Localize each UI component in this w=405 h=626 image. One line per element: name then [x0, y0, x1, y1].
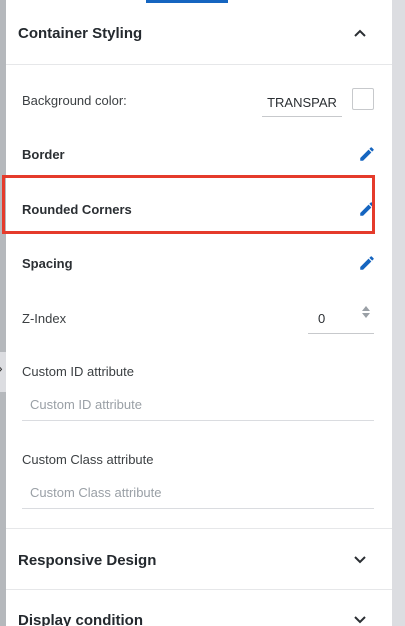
background-color-row: Background color: — [22, 82, 242, 118]
background-color-value[interactable]: TRANSPAR — [262, 88, 342, 117]
settings-panel: Container Styling Background color: TRAN… — [6, 0, 392, 626]
border-row: Border — [22, 136, 376, 172]
chevron-down-icon[interactable] — [352, 612, 368, 626]
zindex-stepper[interactable]: 0 — [308, 304, 374, 334]
border-label: Border — [22, 146, 65, 162]
zindex-value[interactable]: 0 — [318, 311, 325, 326]
background-color-label: Background color: — [22, 92, 127, 108]
custom-class-label: Custom Class attribute — [22, 452, 154, 467]
container-styling-header[interactable]: Container Styling — [6, 3, 392, 63]
rounded-corners-row: Rounded Corners — [22, 191, 376, 227]
zindex-label: Z-Index — [22, 310, 67, 326]
custom-id-input[interactable] — [22, 389, 374, 421]
display-condition-title: Display condition — [18, 611, 144, 626]
stepper-arrows[interactable] — [362, 306, 370, 318]
custom-id-label: Custom ID attribute — [22, 364, 134, 379]
responsive-design-header[interactable]: Responsive Design — [6, 530, 392, 590]
zindex-row: Z-Index — [22, 300, 242, 336]
chevron-down-icon[interactable] — [352, 552, 368, 568]
chevron-up-icon[interactable] — [352, 25, 368, 41]
responsive-design-title: Responsive Design — [18, 551, 157, 569]
container-styling-title: Container Styling — [18, 24, 143, 42]
divider — [6, 528, 392, 529]
custom-class-input[interactable] — [22, 477, 374, 509]
rounded-corners-label: Rounded Corners — [22, 201, 132, 217]
background-color-swatch[interactable] — [352, 88, 374, 110]
pencil-icon[interactable] — [358, 254, 376, 272]
spacing-label: Spacing — [22, 255, 73, 271]
stepper-up-icon[interactable] — [362, 306, 370, 311]
divider — [6, 64, 392, 65]
display-condition-header[interactable]: Display condition — [6, 590, 392, 626]
spacing-row: Spacing — [22, 245, 376, 281]
pencil-icon[interactable] — [358, 200, 376, 218]
pencil-icon[interactable] — [358, 145, 376, 163]
drawer-arrow-icon[interactable]: › — [0, 360, 3, 376]
stepper-down-icon[interactable] — [362, 313, 370, 318]
